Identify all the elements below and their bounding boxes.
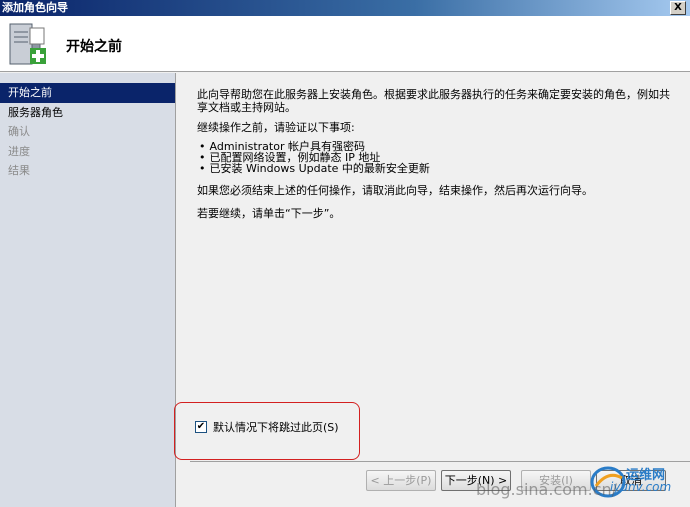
window-titlebar: 添加角色向导 X — [0, 0, 690, 16]
server-add-icon — [9, 23, 46, 65]
logo-subtext: iyunv.com — [610, 480, 672, 494]
skip-page-option[interactable]: ✔ 默认情况下将跳过此页(S) — [195, 419, 339, 435]
sidebar-item-server-roles[interactable]: 服务器角色 — [0, 103, 175, 123]
checklist-header: 继续操作之前，请验证以下事项: — [197, 121, 355, 134]
window-title: 添加角色向导 — [2, 1, 68, 14]
close-button[interactable]: X — [670, 1, 686, 15]
list-item: 已安装 Windows Update 中的最新安全更新 — [199, 163, 430, 174]
sidebar-item-before-you-begin[interactable]: 开始之前 — [0, 83, 175, 103]
sidebar-item-confirmation: 确认 — [8, 125, 30, 138]
sidebar-item-results: 结果 — [8, 164, 30, 177]
watermark-text: blog.sina.com.cn/ — [476, 480, 618, 499]
close-icon: X — [674, 2, 682, 13]
page-title: 开始之前 — [66, 39, 122, 55]
wizard-header: 开始之前 — [0, 16, 690, 72]
wizard-content: 此向导帮助您在此服务器上安装角色。根据要求此服务器执行的任务来确定要安装的角色，… — [174, 73, 690, 507]
intro-text: 此向导帮助您在此服务器上安装角色。根据要求此服务器执行的任务来确定要安装的角色，… — [197, 88, 670, 114]
checklist: Administrator 帐户具有强密码 已配置网络设置，例如静态 IP 地址… — [199, 141, 430, 174]
sidebar-item-progress: 进度 — [8, 144, 30, 158]
skip-page-label[interactable]: 默认情况下将跳过此页(S) — [213, 419, 339, 435]
continue-instruction-text: 若要继续，请单击“下一步”。 — [197, 207, 341, 220]
cancel-instruction-text: 如果您必须结束上述的任何操作，请取消此向导，结束操作，然后再次运行向导。 — [197, 184, 593, 197]
skip-page-checkbox[interactable]: ✔ — [195, 421, 207, 433]
wizard-steps-sidebar: 开始之前 服务器角色 确认 进度 结果 — [0, 73, 176, 507]
previous-button[interactable]: < 上一步(P) — [366, 470, 436, 491]
